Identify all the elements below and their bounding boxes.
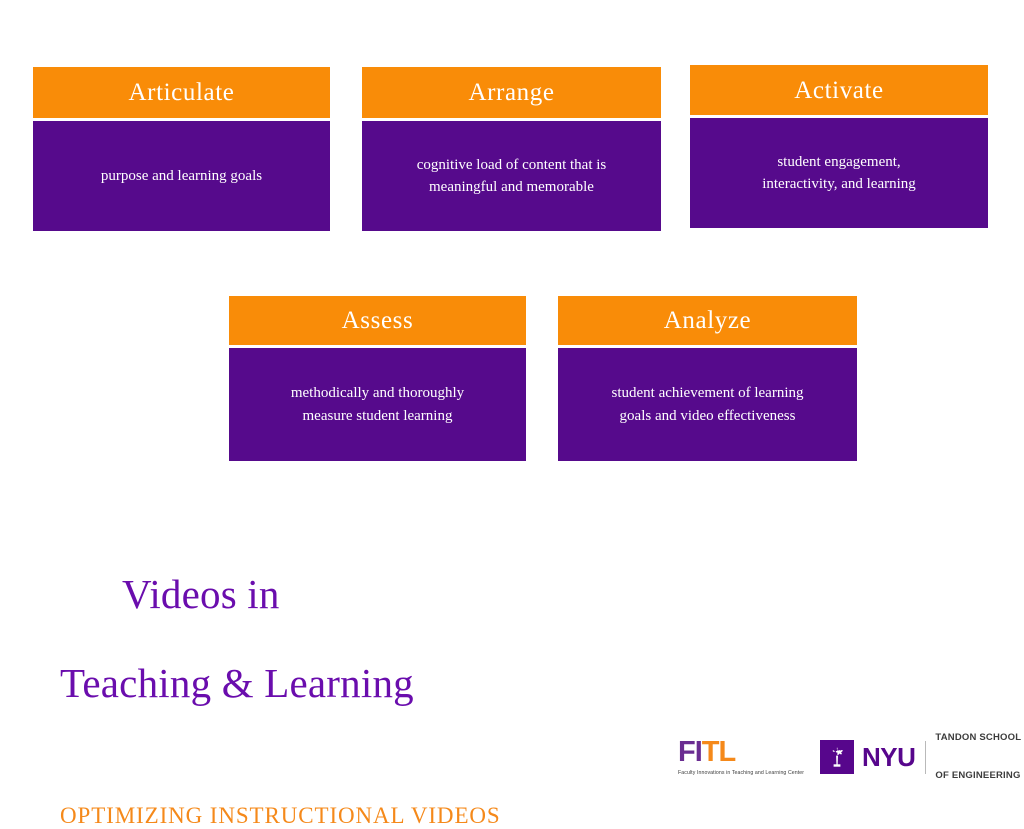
nyu-logo: NYU TANDON SCHOOL OF ENGINEERING [820, 707, 1021, 807]
card-activate-heading: Activate [690, 65, 988, 115]
fitl-letter-f: F [678, 736, 696, 769]
card-articulate[interactable]: Articulate purpose and learning goals [33, 67, 330, 231]
deck-title: Videos in Teaching & Learning [60, 533, 501, 786]
nyu-school-line-1: TANDON SCHOOL [935, 732, 1022, 744]
card-assess-body-line-2: measure student learning [302, 407, 453, 424]
card-articulate-heading: Articulate [33, 67, 330, 118]
card-arrange-body-line-2: meaningful and memorable [429, 179, 594, 195]
card-assess-body: methodically and thoroughly measure stud… [229, 348, 526, 461]
card-assess-heading: Assess [229, 296, 526, 345]
card-analyze-body-line-1: student achievement of learning [611, 385, 804, 402]
nyu-wordmark: NYU [862, 742, 916, 773]
card-arrange-heading: Arrange [362, 67, 661, 118]
nyu-school-name: TANDON SCHOOL OF ENGINEERING [935, 707, 1021, 807]
card-activate-body-line-2: interactivity, and learning [762, 176, 916, 192]
card-analyze-body-line-2: goals and video effectiveness [619, 407, 796, 424]
card-analyze-heading: Analyze [558, 296, 857, 345]
nyu-divider [925, 740, 927, 774]
slide-canvas: Articulate purpose and learning goals Ar… [0, 0, 1024, 828]
card-arrange-body: cognitive load of content that is meanin… [362, 121, 661, 231]
fitl-wordmark: FITL [678, 738, 798, 767]
card-activate[interactable]: Activate student engagement, interactivi… [690, 65, 988, 228]
fitl-letter-i: I [694, 736, 703, 769]
fitl-tagline: Faculty Innovations in Teaching and Lear… [678, 770, 805, 777]
card-activate-body-line-1: student engagement, [777, 153, 901, 170]
card-analyze-body: student achievement of learning goals an… [558, 348, 857, 461]
card-analyze[interactable]: Analyze student achievement of learning … [558, 296, 857, 461]
card-articulate-body: purpose and learning goals [33, 121, 330, 231]
card-assess-body-line-1: methodically and thoroughly [290, 385, 465, 402]
card-activate-body: student engagement, interactivity, and l… [690, 118, 988, 228]
title-block: Videos in Teaching & Learning OPTIMIZING… [60, 533, 501, 829]
nyu-school-line-2: OF ENGINEERING [935, 769, 1021, 781]
nyu-torch-mark [820, 740, 854, 775]
card-articulate-body-line-1: purpose and learning goals [100, 167, 263, 184]
card-arrange[interactable]: Arrange cognitive load of content that i… [362, 67, 661, 231]
fitl-letter-l: L [718, 736, 737, 769]
deck-title-line-1: Videos in [121, 571, 280, 617]
card-arrange-body-line-1: cognitive load of content that is [416, 156, 607, 173]
torch-icon [832, 747, 843, 767]
deck-title-line-2: Teaching & Learning [60, 660, 414, 706]
logo-row: FITL Faculty Innovations in Teaching and… [678, 707, 1021, 807]
card-assess[interactable]: Assess methodically and thoroughly measu… [229, 296, 526, 461]
fitl-logo: FITL Faculty Innovations in Teaching and… [678, 738, 805, 777]
deck-subtitle: OPTIMIZING INSTRUCTIONAL VIDEOS [60, 803, 501, 828]
fitl-letter-t: T [701, 736, 720, 769]
